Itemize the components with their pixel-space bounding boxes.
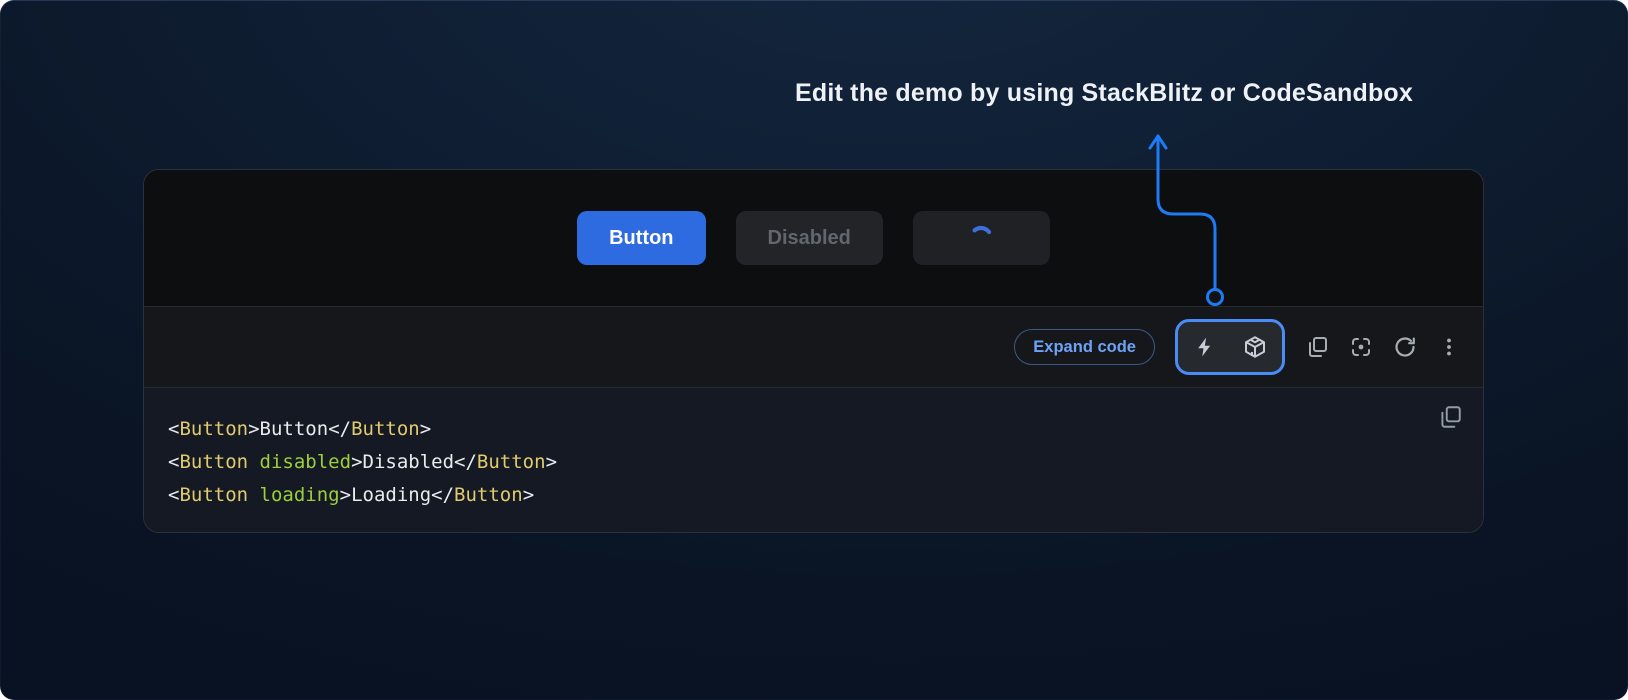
code-focus-icon[interactable] bbox=[1349, 335, 1373, 359]
more-vertical-icon[interactable] bbox=[1437, 335, 1461, 359]
code-lines: <Button>Button</Button><Button disabled>… bbox=[168, 413, 1459, 512]
demo-card: Button Disabled Expand code bbox=[143, 169, 1484, 533]
demo-preview-area: Button Disabled bbox=[144, 170, 1483, 306]
expand-code-button[interactable]: Expand code bbox=[1014, 329, 1155, 365]
copy-icon[interactable] bbox=[1305, 335, 1329, 359]
demo-disabled-button[interactable]: Disabled bbox=[736, 211, 883, 265]
demo-loading-button[interactable] bbox=[913, 211, 1050, 265]
docs-demo-page: Edit the demo by using StackBlitz or Cod… bbox=[0, 0, 1628, 700]
annotation-arrow bbox=[1140, 121, 1240, 313]
codesandbox-icon[interactable] bbox=[1243, 335, 1267, 359]
refresh-icon[interactable] bbox=[1393, 335, 1417, 359]
copy-code-icon[interactable] bbox=[1437, 404, 1463, 430]
stackblitz-icon[interactable] bbox=[1193, 335, 1217, 359]
annotation-text: Edit the demo by using StackBlitz or Cod… bbox=[795, 79, 1413, 108]
demo-toolbar: Expand code bbox=[144, 306, 1483, 387]
demo-primary-button[interactable]: Button bbox=[577, 211, 705, 265]
code-block: <Button>Button</Button><Button disabled>… bbox=[144, 387, 1483, 533]
loading-spinner-icon bbox=[968, 225, 994, 251]
edit-online-icon-group bbox=[1175, 319, 1285, 375]
